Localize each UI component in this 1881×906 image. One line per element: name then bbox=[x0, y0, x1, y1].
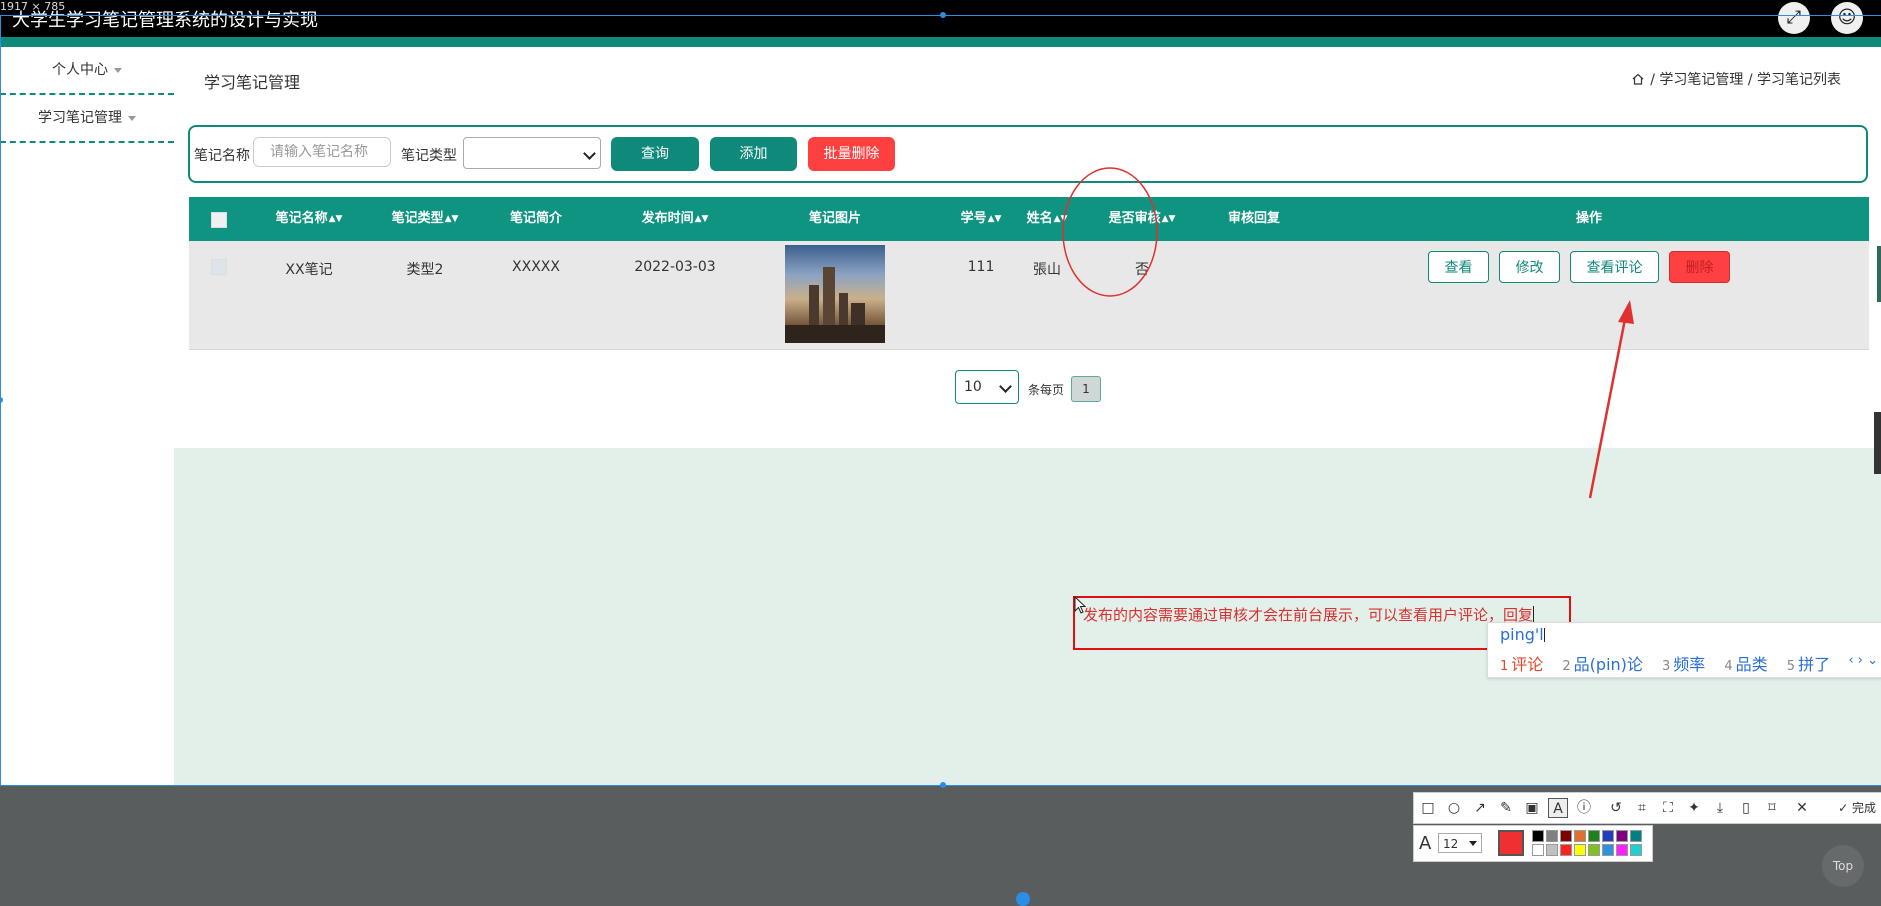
font-size-select[interactable]: 12 bbox=[1438, 833, 1482, 853]
color-swatch[interactable] bbox=[1630, 830, 1642, 842]
long-capture-icon[interactable]: ▯ bbox=[1736, 798, 1756, 818]
annotation-text: 发布的内容需要通过审核才会在前台展示，可以查看用户评论，回复 bbox=[1083, 606, 1534, 624]
color-swatch[interactable] bbox=[1602, 844, 1614, 856]
ime-candidates: 1 评论 2 品(pin)论 3 频率 4 品类 5 拼了 bbox=[1500, 651, 1844, 675]
mouse-pointer-icon bbox=[1074, 596, 1086, 614]
current-color-swatch[interactable] bbox=[1498, 830, 1524, 856]
color-swatch[interactable] bbox=[1616, 844, 1628, 856]
color-swatch[interactable] bbox=[1546, 830, 1558, 842]
color-swatch[interactable] bbox=[1630, 844, 1642, 856]
text-cursor bbox=[1533, 606, 1535, 622]
color-swatch[interactable] bbox=[1532, 830, 1544, 842]
color-swatch[interactable] bbox=[1560, 844, 1572, 856]
annotation-layer bbox=[1062, 167, 1634, 499]
color-swatch[interactable] bbox=[1532, 844, 1544, 856]
text-cursor bbox=[1543, 628, 1545, 642]
color-swatch[interactable] bbox=[1574, 844, 1586, 856]
ime-candidate[interactable]: 2 品(pin)论 bbox=[1562, 655, 1643, 674]
capture-handle[interactable] bbox=[1016, 892, 1030, 906]
annotation-arrow-line bbox=[1588, 313, 1628, 499]
caret-down-icon bbox=[1469, 841, 1477, 846]
ime-candidate[interactable]: 1 评论 bbox=[1500, 655, 1543, 674]
ime-candidate-window: ping'l 1 评论 2 品(pin)论 3 频率 4 品类 5 拼了 ‹ › ⌄ bbox=[1487, 622, 1881, 678]
ime-composition: ping'l bbox=[1500, 625, 1545, 644]
color-swatch[interactable] bbox=[1574, 830, 1586, 842]
color-swatch[interactable] bbox=[1616, 830, 1628, 842]
scrollbar-thumb[interactable] bbox=[1877, 246, 1881, 302]
capture-toolbar: □ ○ ↗ ✎ ▣ A ⓘ ↺ ⌗ ⛶ ✦ ⤓ ▯ ⌑ ✕ ✓ 完成 bbox=[1413, 792, 1881, 824]
color-swatch[interactable] bbox=[1602, 830, 1614, 842]
text-tool-icon[interactable]: A bbox=[1548, 798, 1568, 818]
text-style-bar: A 12 bbox=[1413, 825, 1653, 862]
color-swatch[interactable] bbox=[1546, 844, 1558, 856]
download-icon[interactable]: ⤓ bbox=[1710, 798, 1730, 818]
arrow-tool-icon[interactable]: ↗ bbox=[1470, 798, 1490, 818]
back-to-top-button[interactable]: Top bbox=[1822, 845, 1864, 887]
pen-tool-icon[interactable]: ✎ bbox=[1496, 798, 1516, 818]
annotation-arrow-head bbox=[1618, 300, 1634, 324]
pin-icon[interactable]: ✦ bbox=[1684, 798, 1704, 818]
scrollbar-thumb[interactable] bbox=[1874, 412, 1881, 474]
bookmark-icon[interactable]: ⌑ bbox=[1762, 798, 1782, 818]
scan-icon[interactable]: ⛶ bbox=[1658, 798, 1678, 818]
ocr-icon[interactable]: ⌗ bbox=[1632, 798, 1652, 818]
font-icon: A bbox=[1419, 833, 1432, 854]
ime-page-nav[interactable]: ‹ › ⌄ bbox=[1848, 653, 1878, 668]
mosaic-tool-icon[interactable]: ▣ bbox=[1522, 798, 1542, 818]
ime-candidate[interactable]: 4 品类 bbox=[1724, 655, 1767, 674]
ime-candidate[interactable]: 3 频率 bbox=[1662, 655, 1705, 674]
ellipse-tool-icon[interactable]: ○ bbox=[1444, 798, 1464, 818]
color-swatch[interactable] bbox=[1588, 844, 1600, 856]
color-swatch[interactable] bbox=[1588, 830, 1600, 842]
ime-candidate[interactable]: 5 拼了 bbox=[1787, 655, 1830, 674]
rectangle-tool-icon[interactable]: □ bbox=[1418, 798, 1438, 818]
close-icon[interactable]: ✕ bbox=[1792, 798, 1812, 818]
color-swatch[interactable] bbox=[1560, 830, 1572, 842]
annotation-ellipse bbox=[1062, 167, 1158, 297]
undo-icon[interactable]: ↺ bbox=[1606, 798, 1626, 818]
check-icon: ✓ bbox=[1838, 801, 1849, 815]
finish-button[interactable]: ✓ 完成 bbox=[1838, 799, 1876, 816]
number-tool-icon[interactable]: ⓘ bbox=[1574, 798, 1594, 818]
